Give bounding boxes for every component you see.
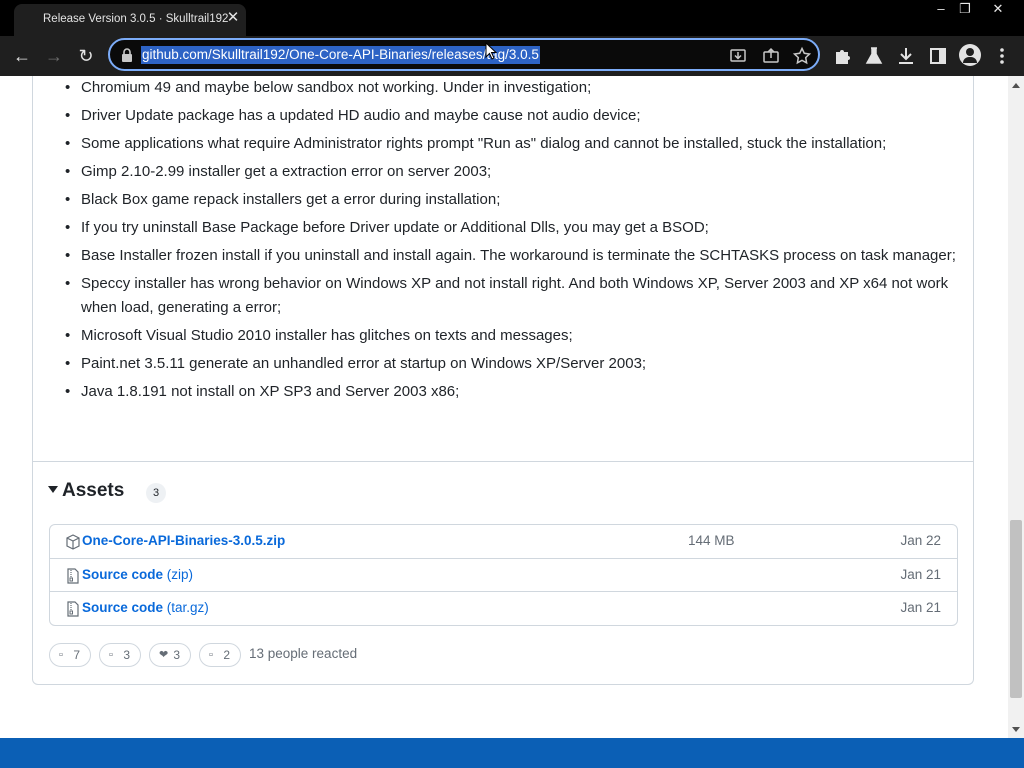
file-zip-icon — [67, 601, 79, 617]
asset-date: Jan 21 — [900, 567, 941, 582]
list-item: Some applications what require Administr… — [65, 132, 961, 156]
list-item: Microsoft Visual Studio 2010 installer h… — [65, 324, 961, 348]
caret-down-icon — [48, 486, 58, 493]
list-item: Java 1.8.191 not install on XP SP3 and S… — [65, 380, 961, 404]
asset-row: One-Core-API-Binaries-3.0.5.zip 144 MB J… — [50, 525, 957, 558]
list-item: Driver Update package has a updated HD a… — [65, 104, 961, 128]
text-cursor-icon — [485, 42, 497, 60]
tab-strip: Release Version 3.0.5 · Skulltrail192 ✕ … — [0, 0, 1024, 36]
list-item: Chromium 49 and maybe below sandbox not … — [65, 76, 961, 100]
reaction-count: 2 — [223, 648, 230, 662]
package-icon — [66, 534, 80, 550]
asset-link[interactable]: One-Core-API-Binaries-3.0.5.zip — [82, 533, 285, 548]
list-item: Black Box game repack installers get a e… — [65, 188, 961, 212]
profile-icon[interactable] — [959, 44, 981, 66]
assets-list: One-Core-API-Binaries-3.0.5.zip 144 MB J… — [49, 524, 958, 626]
reactions-summary: 13 people reacted — [249, 646, 358, 661]
list-item: Paint.net 3.5.11 generate an unhandled e… — [65, 352, 961, 376]
known-issues-list: Chromium 49 and maybe below sandbox not … — [65, 76, 961, 408]
taskbar-band — [0, 738, 1024, 768]
heart-icon: ❤ — [159, 649, 169, 661]
asset-date: Jan 21 — [900, 600, 941, 615]
reaction-count: 7 — [73, 648, 80, 662]
star-icon[interactable] — [792, 46, 812, 66]
list-item: If you try uninstall Base Package before… — [65, 216, 961, 240]
forward-button[interactable]: → — [42, 44, 66, 68]
reaction-button[interactable]: ▫ 3 — [99, 643, 141, 667]
reaction-button[interactable]: ▫ 7 — [49, 643, 91, 667]
menu-icon[interactable] — [990, 44, 1014, 68]
asset-date: Jan 22 — [900, 533, 941, 548]
url-text[interactable]: github.com/Skulltrail192/One-Core-API-Bi… — [141, 46, 540, 64]
asset-row: Source code (zip) Jan 21 — [50, 558, 957, 592]
reaction-count: 3 — [173, 648, 180, 662]
extensions-icon[interactable] — [830, 44, 854, 68]
reaction-emoji-icon: ▫ — [59, 649, 63, 661]
close-window-button[interactable]: ✕ — [983, 0, 1013, 20]
labs-icon[interactable] — [862, 44, 886, 68]
scrollbar-thumb[interactable] — [1010, 520, 1022, 698]
list-item: Speccy installer has wrong behavior on W… — [65, 272, 961, 320]
address-bar[interactable]: github.com/Skulltrail192/One-Core-API-Bi… — [108, 38, 820, 71]
asset-link[interactable]: Source code (zip) — [82, 567, 193, 582]
download-icon[interactable] — [894, 44, 918, 68]
assets-count-badge: 3 — [146, 483, 166, 503]
reaction-count: 3 — [123, 648, 130, 662]
scroll-up-icon[interactable] — [1012, 83, 1020, 88]
list-item: Base Installer frozen install if you uni… — [65, 244, 961, 268]
page-content: Chromium 49 and maybe below sandbox not … — [0, 76, 1008, 738]
side-panel-icon[interactable] — [926, 44, 950, 68]
install-icon[interactable] — [728, 46, 748, 66]
reload-button[interactable]: ↻ — [74, 44, 98, 68]
reaction-emoji-icon: ▫ — [209, 649, 213, 661]
active-tab[interactable]: Release Version 3.0.5 · Skulltrail192 ✕ — [14, 4, 246, 36]
file-zip-icon — [67, 568, 79, 584]
browser-toolbar: ← → ↻ github.com/Skulltrail192/One-Core-… — [0, 36, 1024, 76]
back-button[interactable]: ← — [10, 44, 34, 68]
page-scrollbar[interactable] — [1008, 76, 1024, 738]
asset-row: Source code (tar.gz) Jan 21 — [50, 591, 957, 625]
lock-icon[interactable] — [120, 47, 134, 63]
asset-link[interactable]: Source code (tar.gz) — [82, 600, 209, 615]
asset-size: 144 MB — [688, 533, 735, 548]
share-icon[interactable] — [761, 46, 781, 66]
tab-title: Release Version 3.0.5 · Skulltrail192 — [43, 13, 229, 25]
reaction-emoji-icon: ▫ — [109, 649, 113, 661]
section-divider — [33, 461, 973, 462]
list-item: Gimp 2.10-2.99 installer get a extractio… — [65, 160, 961, 184]
scroll-down-icon[interactable] — [1012, 727, 1020, 732]
reaction-button[interactable]: ❤ 3 — [149, 643, 191, 667]
assets-title: Assets — [62, 480, 125, 501]
reaction-button[interactable]: ▫ 2 — [199, 643, 241, 667]
restore-button[interactable]: ❐ — [950, 0, 980, 20]
tab-close-icon[interactable]: ✕ — [224, 9, 242, 27]
